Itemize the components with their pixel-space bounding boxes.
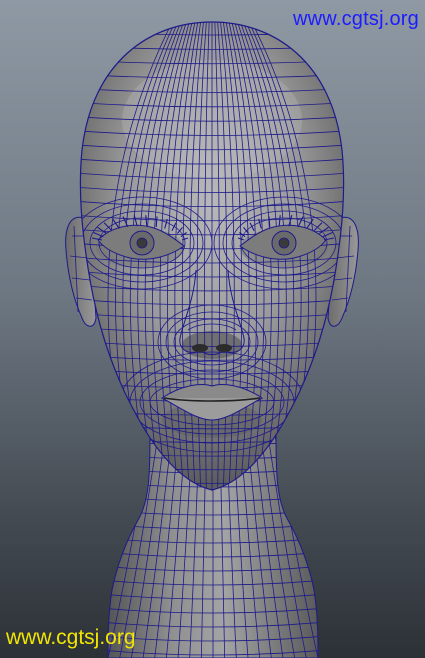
head-mesh — [79, 21, 345, 491]
head-wireframe-model — [65, 21, 359, 658]
watermark-bottom[interactable]: www.cgtsj.org — [6, 626, 136, 650]
watermark-top[interactable]: www.cgtsj.org — [293, 7, 419, 31]
viewport-3d[interactable]: www.cgtsj.org www.cgtsj.org — [0, 0, 425, 658]
